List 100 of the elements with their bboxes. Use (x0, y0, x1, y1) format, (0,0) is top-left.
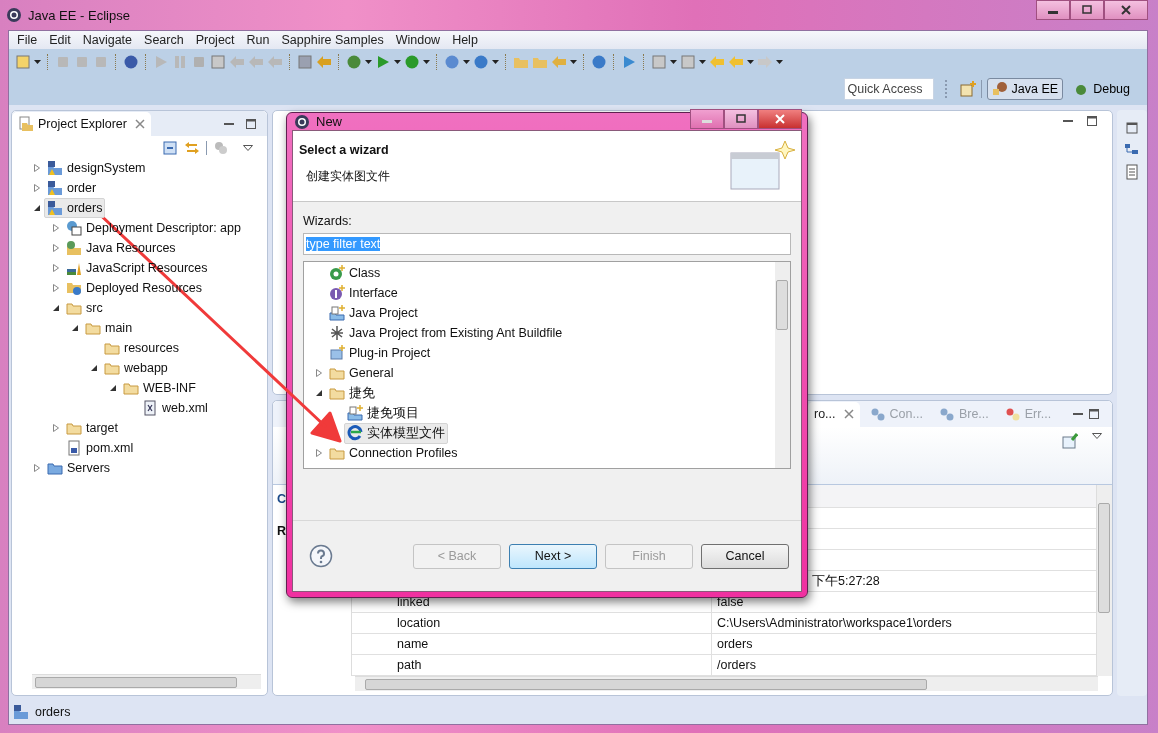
caret-icon[interactable] (699, 60, 706, 64)
tree-item[interactable]: resources (101, 338, 182, 358)
class-icon (329, 265, 345, 281)
tree-item[interactable]: orders (44, 198, 106, 218)
launch-icon[interactable] (621, 54, 637, 70)
maximize-button[interactable] (1070, 0, 1104, 20)
tree-item[interactable]: order (44, 178, 100, 198)
menu-item[interactable]: File (11, 33, 44, 47)
tree-item[interactable]: Java Project (326, 303, 421, 323)
horizontal-scrollbar[interactable] (355, 676, 1098, 691)
collapsed-arrow-icon[interactable] (51, 283, 61, 293)
collapsed-arrow-icon[interactable] (32, 163, 42, 173)
collapsed-arrow-icon[interactable] (314, 368, 324, 378)
pin-icon[interactable] (1062, 433, 1078, 449)
tree-item[interactable]: Plug-in Project (326, 343, 434, 363)
caret-icon[interactable] (34, 60, 41, 64)
caret-icon[interactable] (492, 60, 499, 64)
menu-item[interactable]: Help (446, 33, 484, 47)
tree-item[interactable]: web.xml (139, 398, 211, 418)
tree-item[interactable]: src (63, 298, 106, 318)
menu-item[interactable]: Edit (43, 33, 77, 47)
view-menu-icon[interactable] (1092, 433, 1102, 439)
folder-icon (66, 300, 82, 316)
view-tab[interactable]: ro... (808, 401, 860, 427)
open-perspective-icon[interactable] (959, 81, 976, 97)
tree-item[interactable]: WEB-INF (120, 378, 199, 398)
collapse-all-icon[interactable] (162, 140, 178, 156)
close-button[interactable] (1104, 0, 1148, 20)
vertical-scrollbar[interactable] (775, 262, 790, 468)
tree-item[interactable]: 捷免项目 (344, 402, 422, 424)
horizontal-scrollbar[interactable] (32, 674, 261, 689)
collapsed-arrow-icon[interactable] (51, 243, 61, 253)
tree-item[interactable]: main (82, 318, 136, 338)
menu-item[interactable]: Project (189, 33, 241, 47)
tree-item[interactable]: General (326, 363, 397, 383)
tree-item[interactable]: Interface (326, 283, 401, 303)
dialog-button[interactable]: Next > (509, 543, 597, 569)
caret-icon[interactable] (747, 60, 754, 64)
collapsed-arrow-icon[interactable] (314, 448, 324, 458)
project-folder-icon (47, 160, 63, 176)
caret-icon[interactable] (423, 60, 430, 64)
caret-icon[interactable] (394, 60, 401, 64)
menu-item[interactable]: Run (240, 33, 276, 47)
menu-item[interactable]: Sapphire Samples (275, 33, 390, 47)
project-icon (347, 405, 363, 421)
quick-access-field[interactable]: Quick Access (843, 78, 934, 100)
close-icon[interactable] (843, 409, 854, 419)
menu-item[interactable]: Window (389, 33, 447, 47)
tree-item[interactable]: target (63, 418, 121, 438)
maximize-button[interactable] (724, 108, 758, 129)
maximize-icon[interactable] (245, 117, 257, 130)
tree-item[interactable]: Connection Profiles (326, 443, 461, 463)
folder-icon (123, 380, 139, 396)
close-icon[interactable] (134, 118, 145, 129)
help-icon[interactable] (309, 544, 333, 568)
expanded-arrow-icon[interactable] (70, 323, 80, 333)
category-tab[interactable]: C (273, 489, 287, 509)
minimize-button[interactable] (690, 108, 724, 129)
caret-icon[interactable] (570, 60, 577, 64)
menu-item[interactable]: Navigate (76, 33, 139, 47)
expanded-arrow-icon[interactable] (89, 363, 99, 373)
collapsed-arrow-icon[interactable] (51, 223, 61, 233)
collapsed-arrow-icon[interactable] (51, 423, 61, 433)
perspective-button[interactable]: Debug (1068, 78, 1135, 100)
tree-item[interactable]: Java Project from Existing Ant Buildfile (326, 323, 566, 343)
caret-icon[interactable] (670, 60, 677, 64)
filter-icon[interactable] (213, 140, 229, 156)
view-menu-icon[interactable] (243, 145, 253, 151)
status-text: orders (35, 705, 71, 719)
minimize-button[interactable] (1036, 0, 1070, 20)
caret-icon[interactable] (463, 60, 470, 64)
restore-icon[interactable] (1124, 120, 1140, 136)
caret-icon[interactable] (776, 60, 783, 64)
project-explorer-tab[interactable]: Project Explorer (12, 111, 151, 136)
tree-item[interactable]: webapp (101, 358, 171, 378)
expanded-arrow-icon[interactable] (314, 388, 324, 398)
vertical-scrollbar[interactable] (1096, 485, 1112, 676)
collapsed-arrow-icon[interactable] (32, 183, 42, 193)
perspective-button[interactable]: Java EE (986, 78, 1064, 100)
expanded-arrow-icon[interactable] (51, 303, 61, 313)
dialog-button[interactable]: Cancel (701, 543, 789, 569)
expanded-arrow-icon[interactable] (108, 383, 118, 393)
tree-item[interactable]: designSystem (44, 158, 149, 178)
tree-item[interactable]: pom.xml (63, 438, 137, 458)
menu-item[interactable]: Search (138, 33, 190, 47)
collapsed-arrow-icon[interactable] (51, 263, 61, 273)
tree-item[interactable]: 捷免 (326, 382, 378, 404)
maximize-icon[interactable] (1088, 408, 1100, 420)
expanded-arrow-icon[interactable] (32, 203, 42, 213)
tree-item[interactable]: 实体模型文件 (344, 422, 448, 444)
tree-item[interactable]: Class (326, 263, 384, 283)
maximize-icon[interactable] (1086, 115, 1098, 127)
close-button[interactable] (758, 108, 802, 129)
collapsed-arrow-icon[interactable] (32, 463, 42, 473)
tree-item[interactable]: Servers (44, 458, 114, 478)
category-tab[interactable]: R (273, 521, 287, 541)
caret-icon[interactable] (365, 60, 372, 64)
link-editor-icon[interactable] (184, 140, 200, 156)
task-list-icon[interactable] (1124, 164, 1140, 180)
close-icon (1120, 4, 1132, 16)
